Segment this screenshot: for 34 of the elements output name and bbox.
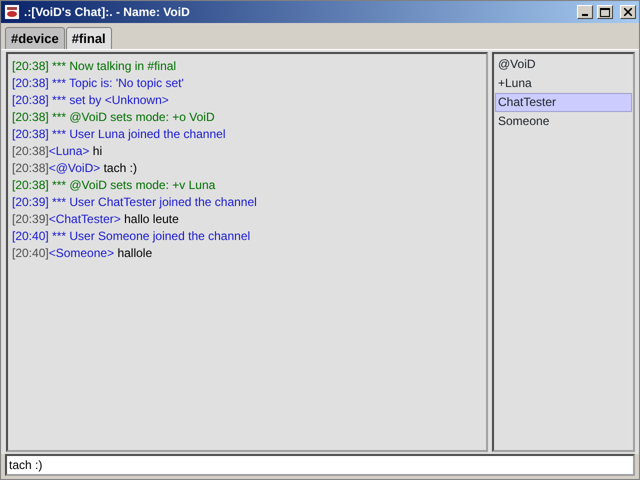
minimize-button[interactable] [577, 5, 593, 19]
timestamp: [20:38] [12, 144, 49, 158]
nickname: <Luna> [48, 144, 90, 158]
channel-tab[interactable]: #device [5, 26, 65, 49]
maximize-button[interactable] [597, 5, 613, 19]
user-list-item[interactable]: +Luna [495, 74, 632, 93]
user-list-item[interactable]: Someone [495, 112, 632, 131]
event-line: [20:38] *** Now talking in #final [12, 59, 176, 73]
app-icon [4, 4, 20, 20]
nickname: <@VoiD> [48, 161, 100, 175]
timestamp: [20:39] [12, 212, 49, 226]
message-text: hallo leute [124, 212, 179, 226]
timestamp: [20:38] [12, 161, 49, 175]
maximize-icon [600, 8, 610, 16]
event-line: [20:38] *** set by <Unknown> [12, 93, 169, 107]
event-line: [20:38] *** @VoiD sets mode: +o VoiD [12, 110, 215, 124]
event-line: [20:38] *** @VoiD sets mode: +v Luna [12, 178, 216, 192]
timestamp: [20:40] [12, 246, 49, 260]
event-line: [20:40] *** User Someone joined the channel [12, 229, 250, 243]
event-line: [20:38] *** User Luna joined the channel [12, 127, 226, 141]
event-line: [20:39] *** User ChatTester joined the channel [12, 195, 257, 209]
message-text: hi [92, 144, 102, 158]
user-list-item[interactable]: ChatTester [495, 93, 632, 112]
message-text: tach :) [104, 161, 137, 175]
message-input-field[interactable]: tach :) [5, 454, 635, 476]
close-button[interactable] [620, 5, 636, 19]
message-text: hallole [117, 246, 152, 260]
nickname: <ChatTester> [48, 212, 121, 226]
user-list-item[interactable]: @VoiD [495, 55, 632, 74]
channel-tab[interactable]: #final [66, 27, 112, 49]
nickname: <Someone> [48, 246, 114, 260]
window-title: .:[VoiD's Chat]:. - Name: VoiD [24, 4, 190, 21]
close-icon [624, 8, 632, 16]
event-line: [20:38] *** Topic is: 'No topic set' [12, 76, 184, 90]
